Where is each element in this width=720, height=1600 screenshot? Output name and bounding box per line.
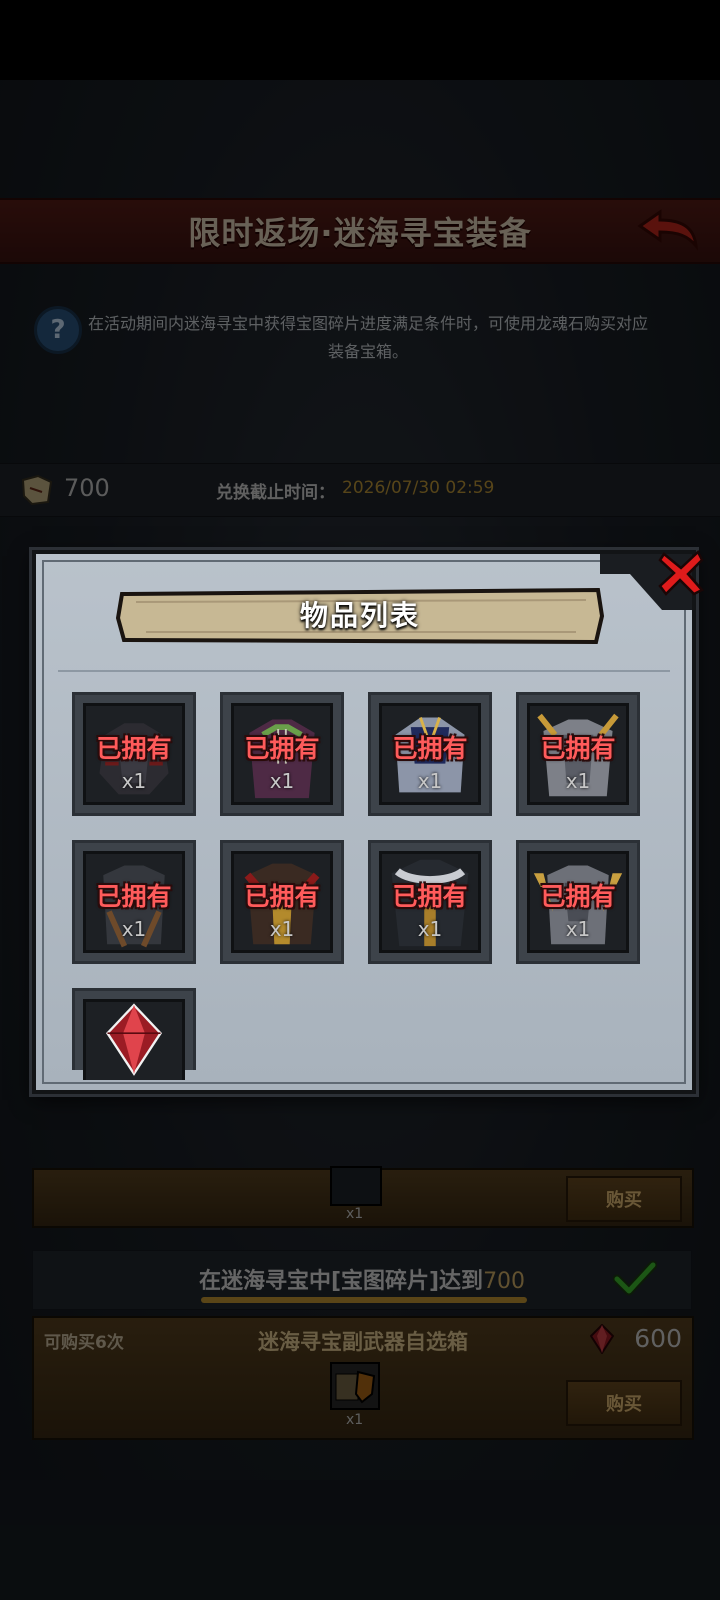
item-quantity: x1 (565, 769, 591, 793)
owned-label: 已拥有 (540, 734, 616, 763)
event-hint: 在活动期间内迷海寻宝中获得宝图碎片进度满足条件时，可使用龙魂石购买对应装备宝箱。 (88, 314, 649, 361)
item-slot-8[interactable]: 已拥有 x1 (516, 840, 640, 964)
item-quantity: x1 (269, 769, 295, 793)
deadline-value: 2026/07/30 02:59 (342, 478, 495, 498)
armor-box-icon (330, 1166, 382, 1206)
purchase-row-1: x1 购买 (32, 1166, 694, 1228)
item-slot-6[interactable]: 已拥有 x1 (220, 840, 344, 964)
item-slot-4[interactable]: 已拥有 x1 (516, 692, 640, 816)
owned-label: 已拥有 (392, 882, 468, 911)
item-slot-7[interactable]: 已拥有 x1 (368, 840, 492, 964)
owned-label: 已拥有 (244, 734, 320, 763)
condition-text: 在迷海寻宝中[宝图碎片]达到700 (33, 1263, 691, 1295)
item-slot-2[interactable]: 已拥有 x1 (220, 692, 344, 816)
info-bar: 700 兑换截止时间： 2026/07/30 02:59 (0, 463, 720, 517)
owned-label: 已拥有 (392, 734, 468, 763)
item-slot-9[interactable] (72, 988, 196, 1080)
item-quantity: x1 (121, 917, 147, 941)
item-slot-1[interactable]: 已拥有 x1 (72, 692, 196, 816)
deadline-label: 兑换截止时间： (216, 483, 335, 503)
item-slot-3[interactable]: 已拥有 x1 (368, 692, 492, 816)
help-icon[interactable]: ? (34, 306, 82, 354)
owned-label: 已拥有 (540, 882, 616, 911)
item-quantity: x1 (417, 769, 443, 793)
modal-title: 物品列表 (299, 599, 420, 632)
buy-button-2[interactable]: 购买 (566, 1380, 682, 1426)
owned-label: 已拥有 (96, 734, 172, 763)
check-icon (613, 1260, 657, 1296)
condition-prefix: 在迷海寻宝中[宝图碎片]达到 (198, 1269, 484, 1294)
page-title: 限时返场·迷海寻宝装备 (188, 214, 532, 252)
condition-progress-bar (201, 1297, 527, 1303)
owned-label: 已拥有 (96, 882, 172, 911)
dragon-soul-stone-icon (590, 1324, 614, 1354)
item-quantity: x1 (269, 917, 295, 941)
owned-label: 已拥有 (244, 882, 320, 911)
row2-price: 600 (634, 1324, 682, 1353)
purchase-row-2: 可购买6次 迷海寻宝副武器自选箱 600 x1 购买 (32, 1316, 694, 1440)
treasure-map-fragment-icon (21, 474, 53, 506)
fragment-count: 700 (64, 474, 110, 502)
condition-value: 700 (483, 1269, 526, 1294)
item-quantity: x1 (121, 769, 147, 793)
close-icon[interactable] (656, 548, 706, 598)
red-gem-icon (105, 1003, 163, 1076)
item-quantity: x1 (565, 917, 591, 941)
condition-row: 在迷海寻宝中[宝图碎片]达到700 (32, 1250, 692, 1310)
buy-button-1[interactable]: 购买 (566, 1176, 682, 1222)
bottom-band (0, 1480, 720, 1600)
back-arrow-icon[interactable] (636, 208, 700, 252)
item-slot-5[interactable]: 已拥有 x1 (72, 840, 196, 964)
row2-quantity: x1 (346, 1412, 364, 1428)
modal-divider (58, 670, 670, 672)
row1-quantity: x1 (346, 1206, 364, 1222)
title-bar: 限时返场·迷海寻宝装备 (0, 198, 720, 264)
item-list-modal: 物品列表 已拥有 x1 已拥有 x1 已拥有 x1 已拥有 x1 已拥有 x1 (32, 550, 696, 1094)
sub-weapon-box-icon (330, 1362, 380, 1410)
item-quantity: x1 (417, 917, 443, 941)
